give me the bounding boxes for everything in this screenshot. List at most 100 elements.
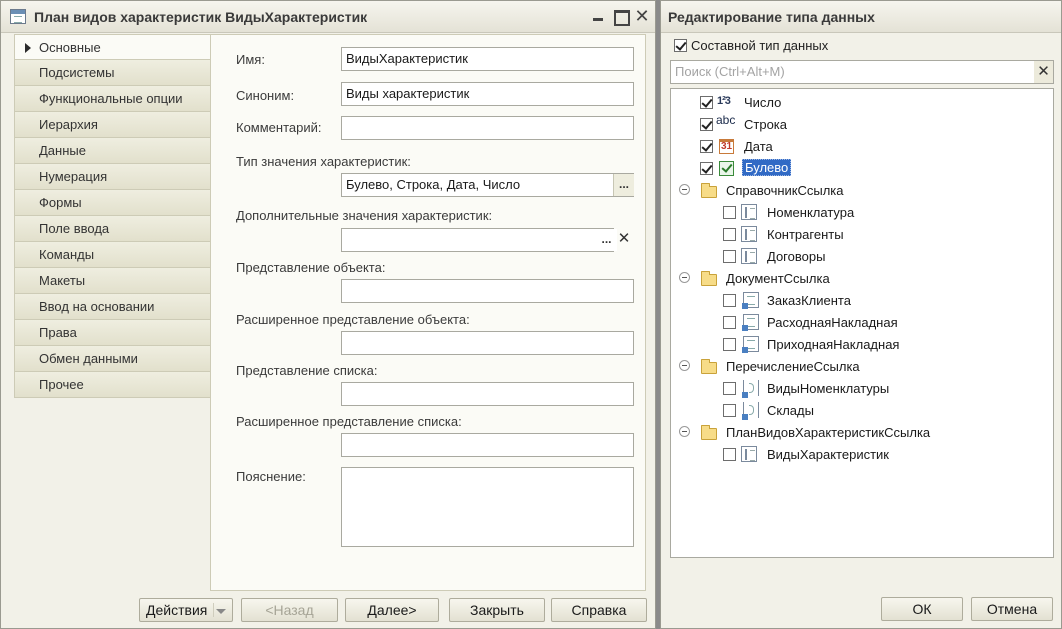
object-repr-field[interactable] bbox=[341, 279, 634, 303]
close-button[interactable]: Закрыть bbox=[449, 598, 545, 622]
type-checkbox-boolean[interactable] bbox=[700, 162, 713, 175]
actions-dropdown-button[interactable]: Действия bbox=[139, 598, 233, 622]
type-checkbox-number[interactable] bbox=[700, 96, 713, 109]
active-tab-arrow-icon bbox=[25, 43, 31, 53]
tab-numbering[interactable]: Нумерация bbox=[14, 164, 211, 190]
tab-forms[interactable]: Формы bbox=[14, 190, 211, 216]
collapse-icon[interactable] bbox=[679, 184, 690, 195]
catalog-icon bbox=[741, 204, 757, 220]
tab-rights[interactable]: Права bbox=[14, 320, 211, 346]
tree-node[interactable]: РасходнаяНакладная bbox=[767, 315, 898, 330]
minimize-icon[interactable] bbox=[589, 7, 607, 25]
folder-icon bbox=[701, 425, 717, 440]
extra-values-clear-icon[interactable]: ✕ bbox=[614, 228, 634, 252]
value-type-field[interactable]: Булево, Строка, Дата, Число bbox=[341, 173, 634, 197]
tree-group-catalog[interactable]: СправочникСсылка bbox=[726, 183, 844, 198]
type-checkbox[interactable] bbox=[723, 382, 736, 395]
cancel-button[interactable]: Отмена bbox=[971, 597, 1053, 621]
next-button[interactable]: Далее> bbox=[345, 598, 439, 622]
tree-node[interactable]: ПриходнаяНакладная bbox=[767, 337, 899, 352]
catalog-icon bbox=[741, 226, 757, 242]
close-window-icon[interactable]: ✕ bbox=[633, 7, 651, 25]
tree-node-number[interactable]: Число bbox=[744, 95, 781, 110]
tree-group-document[interactable]: ДокументСсылка bbox=[726, 271, 830, 286]
extra-values-field[interactable] bbox=[341, 228, 614, 252]
list-repr-field[interactable] bbox=[341, 382, 634, 406]
tab-main[interactable]: Основные bbox=[14, 34, 212, 60]
explanation-label: Пояснение: bbox=[236, 469, 306, 484]
type-checkbox[interactable] bbox=[723, 316, 736, 329]
tree-node[interactable]: ВидыНоменклатуры bbox=[767, 381, 889, 396]
tree-node[interactable]: ЗаказКлиента bbox=[767, 293, 851, 308]
tab-templates[interactable]: Макеты bbox=[14, 268, 211, 294]
document-icon bbox=[742, 292, 759, 309]
tree-node[interactable]: ВидыХарактеристик bbox=[767, 447, 889, 462]
collapse-icon[interactable] bbox=[679, 360, 690, 371]
tab-data[interactable]: Данные bbox=[14, 138, 211, 164]
tab-data-exchange[interactable]: Обмен данными bbox=[14, 346, 211, 372]
left-title-bar[interactable]: План видов характеристик ВидыХарактерист… bbox=[1, 1, 655, 33]
document-icon bbox=[742, 314, 759, 331]
value-type-select-button[interactable]: ... bbox=[613, 174, 634, 196]
list-repr-label: Представление списка: bbox=[236, 363, 378, 378]
ext-object-repr-label: Расширенное представление объекта: bbox=[236, 312, 470, 327]
ext-list-repr-field[interactable] bbox=[341, 433, 634, 457]
tree-group-characteristic-types[interactable]: ПланВидовХарактеристикСсылка bbox=[726, 425, 930, 440]
type-checkbox[interactable] bbox=[723, 338, 736, 351]
type-checkbox-string[interactable] bbox=[700, 118, 713, 131]
collapse-icon[interactable] bbox=[679, 272, 690, 283]
extra-values-label: Дополнительные значения характеристик: bbox=[236, 208, 493, 223]
tab-hierarchy[interactable]: Иерархия bbox=[14, 112, 211, 138]
maximize-icon[interactable] bbox=[611, 7, 630, 26]
help-button[interactable]: Справка bbox=[551, 598, 647, 622]
tab-commands[interactable]: Команды bbox=[14, 242, 211, 268]
composite-type-checkbox[interactable] bbox=[674, 39, 687, 52]
ok-button[interactable]: ОК bbox=[881, 597, 963, 621]
type-checkbox[interactable] bbox=[723, 250, 736, 263]
window-form-icon bbox=[10, 9, 26, 24]
explanation-field[interactable] bbox=[341, 467, 634, 547]
tab-other[interactable]: Прочее bbox=[14, 372, 211, 398]
enum-icon bbox=[742, 402, 759, 420]
type-checkbox[interactable] bbox=[723, 228, 736, 241]
collapse-icon[interactable] bbox=[679, 426, 690, 437]
right-window-title: Редактирование типа данных bbox=[668, 9, 875, 25]
tab-input-field[interactable]: Поле ввода bbox=[14, 216, 211, 242]
tree-node-boolean[interactable]: Булево bbox=[742, 159, 792, 176]
synonym-field[interactable]: Виды характеристик bbox=[341, 82, 634, 106]
right-title-bar[interactable]: Редактирование типа данных bbox=[661, 1, 1061, 33]
property-tabs: Основные Подсистемы Функциональные опции… bbox=[14, 34, 212, 398]
type-checkbox[interactable] bbox=[723, 294, 736, 307]
tree-node[interactable]: Договоры bbox=[767, 249, 825, 264]
date-icon: 31 bbox=[719, 139, 734, 154]
string-icon: abc bbox=[716, 113, 736, 127]
comment-field[interactable] bbox=[341, 116, 634, 140]
tree-group-enum[interactable]: ПеречислениеСсылка bbox=[726, 359, 860, 374]
type-checkbox[interactable] bbox=[723, 206, 736, 219]
number-icon: 1²3 bbox=[717, 95, 731, 107]
tab-functional-options[interactable]: Функциональные опции bbox=[14, 86, 211, 112]
folder-icon bbox=[701, 271, 717, 286]
ext-object-repr-field[interactable] bbox=[341, 331, 634, 355]
tab-input-by-base[interactable]: Ввод на основании bbox=[14, 294, 211, 320]
characteristic-icon bbox=[741, 446, 757, 462]
tree-node-string[interactable]: Строка bbox=[744, 117, 787, 132]
tab-subsystems[interactable]: Подсистемы bbox=[14, 60, 211, 86]
type-checkbox[interactable] bbox=[723, 448, 736, 461]
tree-node[interactable]: Номенклатура bbox=[767, 205, 854, 220]
tree-node[interactable]: Склады bbox=[767, 403, 814, 418]
type-checkbox[interactable] bbox=[723, 404, 736, 417]
object-repr-label: Представление объекта: bbox=[236, 260, 386, 275]
comment-label: Комментарий: bbox=[236, 120, 322, 135]
boolean-icon bbox=[719, 161, 734, 176]
type-search-input[interactable]: Поиск (Ctrl+Alt+M) bbox=[670, 60, 1054, 84]
back-button[interactable]: <Назад bbox=[241, 598, 338, 622]
tree-node[interactable]: Контрагенты bbox=[767, 227, 844, 242]
left-window-title: План видов характеристик ВидыХарактерист… bbox=[34, 9, 368, 25]
tree-node-date[interactable]: Дата bbox=[744, 139, 773, 154]
ext-list-repr-label: Расширенное представление списка: bbox=[236, 414, 462, 429]
name-label: Имя: bbox=[236, 52, 265, 67]
type-checkbox-date[interactable] bbox=[700, 140, 713, 153]
name-field[interactable]: ВидыХарактеристик bbox=[341, 47, 634, 71]
search-clear-icon[interactable]: ✕ bbox=[1034, 61, 1053, 83]
